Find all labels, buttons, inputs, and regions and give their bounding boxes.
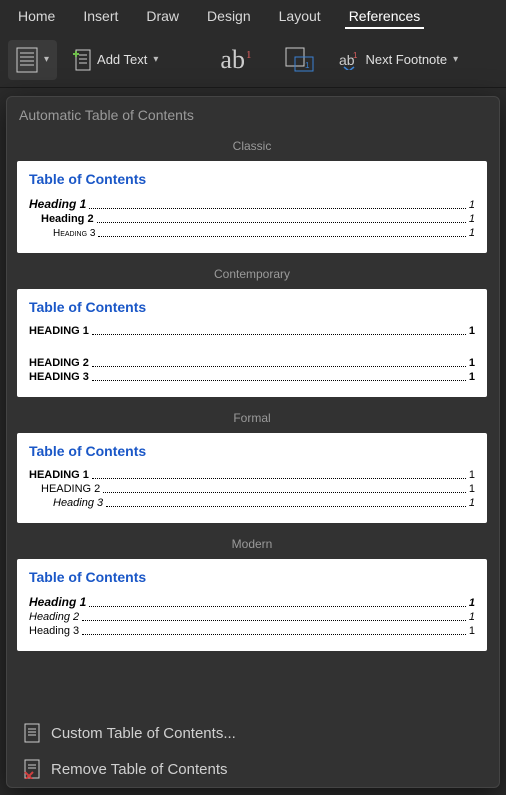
toc-icon (16, 47, 38, 73)
toc-title: Table of Contents (29, 443, 475, 459)
toc-style-classic[interactable]: Table of Contents Heading 11 Heading 21 … (17, 161, 487, 253)
tab-layout[interactable]: Layout (265, 0, 335, 32)
toc-h1: Heading 1 (29, 595, 86, 609)
toc-page: 1 (469, 483, 475, 495)
style-label-modern: Modern (7, 527, 497, 559)
toc-page: 1 (469, 611, 475, 623)
toc-h1: HEADING 1 (29, 469, 89, 481)
toc-page: 1 (469, 371, 475, 383)
style-label-formal: Formal (7, 401, 497, 433)
toc-h3: Heading 3 (53, 228, 95, 239)
remove-toc-label: Remove Table of Contents (51, 761, 228, 778)
menu-tabs: Home Insert Draw Design Layout Reference… (0, 0, 506, 32)
toc-h1: Heading 1 (29, 197, 86, 211)
toc-h3: HEADING 3 (29, 371, 89, 383)
footnote-pane-button[interactable]: 1 (277, 40, 323, 80)
toc-page: 1 (469, 227, 475, 239)
style-label-classic: Classic (7, 129, 497, 161)
toc-h2: Heading 2 (29, 611, 79, 623)
style-label-contemporary: Contemporary (7, 257, 497, 289)
toc-h2: Heading 2 (41, 213, 94, 225)
tab-home[interactable]: Home (4, 0, 69, 32)
insert-footnote-button[interactable]: ab1 (202, 40, 269, 80)
custom-toc-button[interactable]: Custom Table of Contents... (7, 715, 499, 751)
toc-page: 1 (469, 597, 475, 609)
document-remove-icon (23, 759, 41, 779)
toc-h1: HEADING 1 (29, 325, 89, 337)
toc-page: 1 (469, 469, 475, 481)
next-footnote-icon: ab1 (339, 50, 359, 70)
toc-page: 1 (469, 213, 475, 225)
add-text-label: Add Text (97, 52, 147, 67)
footnote-pane-icon: 1 (285, 47, 315, 73)
toc-h3: Heading 3 (29, 625, 79, 637)
add-text-icon (73, 49, 91, 71)
next-footnote-label: Next Footnote (365, 52, 447, 67)
toc-page: 1 (469, 357, 475, 369)
toc-style-modern[interactable]: Table of Contents Heading 11 Heading 21 … (17, 559, 487, 651)
chevron-down-icon: ▾ (44, 54, 49, 65)
toc-h2: HEADING 2 (29, 357, 89, 369)
next-footnote-button[interactable]: ab1 Next Footnote ▾ (331, 40, 466, 80)
footnote-ab-icon: ab1 (210, 45, 261, 75)
toc-page: 1 (469, 199, 475, 211)
add-text-button[interactable]: Add Text ▾ (65, 40, 166, 80)
toc-title: Table of Contents (29, 569, 475, 585)
toc-page: 1 (469, 497, 475, 509)
toc-h2: HEADING 2 (41, 483, 100, 495)
tab-design[interactable]: Design (193, 0, 265, 32)
tab-references[interactable]: References (335, 0, 435, 32)
toc-style-formal[interactable]: Table of Contents HEADING 11 HEADING 21 … (17, 433, 487, 523)
panel-scroll-area[interactable]: Classic Table of Contents Heading 1 1 Hea… (7, 129, 499, 715)
svg-text:1: 1 (305, 61, 310, 70)
tab-draw[interactable]: Draw (132, 0, 193, 32)
toc-page: 1 (469, 325, 475, 337)
panel-header: Automatic Table of Contents (7, 97, 499, 129)
chevron-down-icon: ▾ (153, 54, 158, 65)
document-icon (23, 723, 41, 743)
toc-h3: Heading 3 (53, 497, 103, 509)
ribbon: ▾ Add Text ▾ ab1 1 ab1 Next Footnote ▾ (0, 32, 506, 88)
toc-title: Table of Contents (29, 171, 475, 187)
toc-dropdown-button[interactable]: ▾ (8, 40, 57, 80)
custom-toc-label: Custom Table of Contents... (51, 725, 236, 742)
tab-insert[interactable]: Insert (69, 0, 132, 32)
svg-text:1: 1 (353, 51, 358, 60)
remove-toc-button[interactable]: Remove Table of Contents (7, 751, 499, 787)
toc-style-contemporary[interactable]: Table of Contents HEADING 11 HEADING 21 … (17, 289, 487, 397)
chevron-down-icon: ▾ (453, 54, 458, 65)
toc-gallery-panel: Automatic Table of Contents Classic Tabl… (6, 96, 500, 788)
toc-page: 1 (469, 625, 475, 637)
toc-title: Table of Contents (29, 299, 475, 315)
